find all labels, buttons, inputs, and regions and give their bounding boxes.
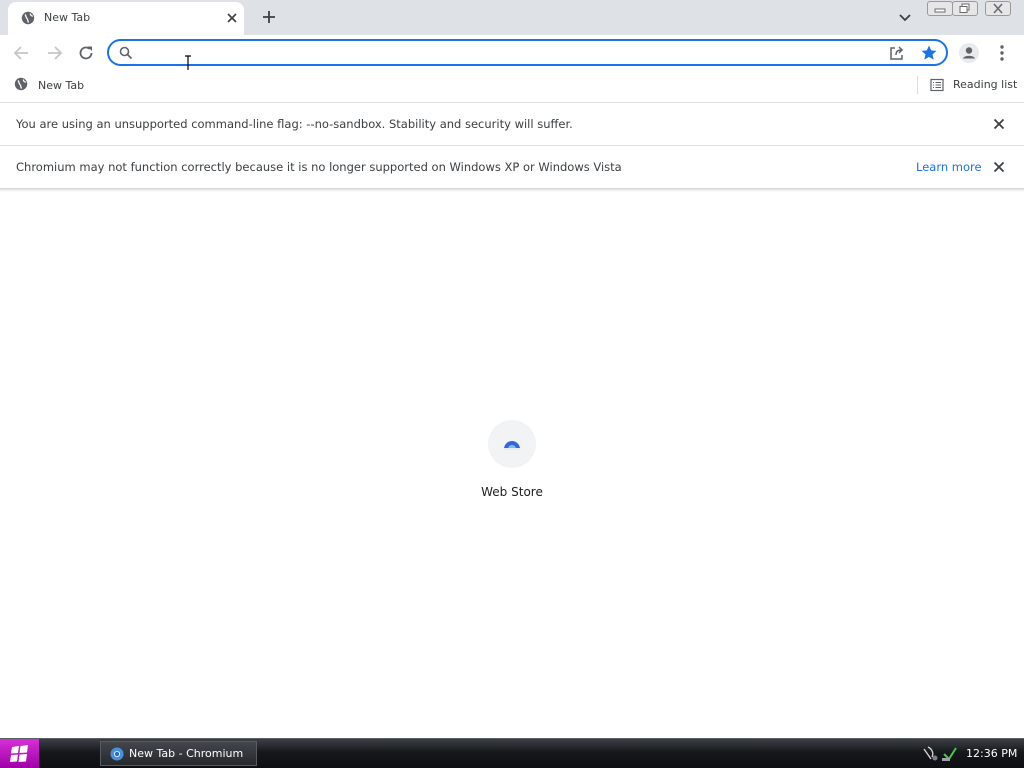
bookmarks-bar: New Tab Reading list: [0, 70, 1024, 103]
reload-icon[interactable]: [75, 42, 97, 64]
star-icon[interactable]: [920, 44, 938, 62]
web-store-icon: [504, 441, 520, 450]
back-arrow-icon[interactable]: [11, 42, 33, 64]
tab-title: New Tab: [44, 11, 91, 24]
search-icon: [119, 46, 133, 60]
tab-strip: New Tab: [0, 0, 1024, 35]
menu-icon[interactable]: [991, 42, 1013, 64]
bookmark-label: New Tab: [38, 79, 85, 92]
globe-icon: [21, 11, 35, 25]
close-icon[interactable]: [992, 117, 1006, 131]
start-button[interactable]: [0, 739, 39, 768]
infobar-text: Chromium may not function correctly beca…: [16, 160, 622, 174]
reading-list-button[interactable]: Reading list: [930, 77, 1020, 95]
restore-button[interactable]: [952, 1, 978, 16]
infobar-text: You are using an unsupported command-lin…: [16, 117, 573, 131]
tab-new-tab[interactable]: New Tab: [8, 2, 244, 35]
chromium-icon: [110, 747, 124, 761]
taskbar-item-chromium[interactable]: New Tab - Chromium: [100, 741, 257, 766]
shortcut-label: Web Store: [481, 485, 543, 499]
address-input[interactable]: [141, 43, 885, 64]
taskbar: New Tab - Chromium 12:36 PM: [0, 738, 1024, 768]
shortcut-icon-tile: [488, 420, 536, 468]
shortcut-web-store[interactable]: Web Store: [471, 420, 553, 504]
close-window-button[interactable]: [985, 1, 1011, 16]
forward-arrow-icon[interactable]: [43, 42, 65, 64]
toolbar: [0, 35, 1024, 70]
clock: 12:36 PM: [966, 747, 1018, 760]
address-bar[interactable]: [107, 39, 948, 66]
chevron-down-icon[interactable]: [896, 8, 914, 26]
reading-list-icon: [930, 78, 944, 92]
close-icon[interactable]: [992, 160, 1006, 174]
globe-icon: [14, 77, 28, 91]
minimize-button[interactable]: [927, 1, 953, 16]
taskbar-item-label: New Tab - Chromium: [129, 747, 244, 760]
share-icon[interactable]: [888, 45, 905, 62]
reading-list-label: Reading list: [953, 78, 1018, 91]
infobar-os-unsupported: Chromium may not function correctly beca…: [0, 146, 1024, 189]
close-icon[interactable]: [225, 11, 239, 25]
windows-logo-icon: [10, 745, 28, 762]
learn-more-link[interactable]: Learn more: [916, 160, 982, 174]
profile-icon[interactable]: [958, 42, 980, 64]
divider: [0, 188, 1024, 192]
new-tab-button[interactable]: [259, 7, 279, 27]
infobar-sandbox-warning: You are using an unsupported command-lin…: [0, 103, 1024, 146]
system-tray-icons[interactable]: [922, 745, 958, 763]
divider: [917, 76, 918, 94]
